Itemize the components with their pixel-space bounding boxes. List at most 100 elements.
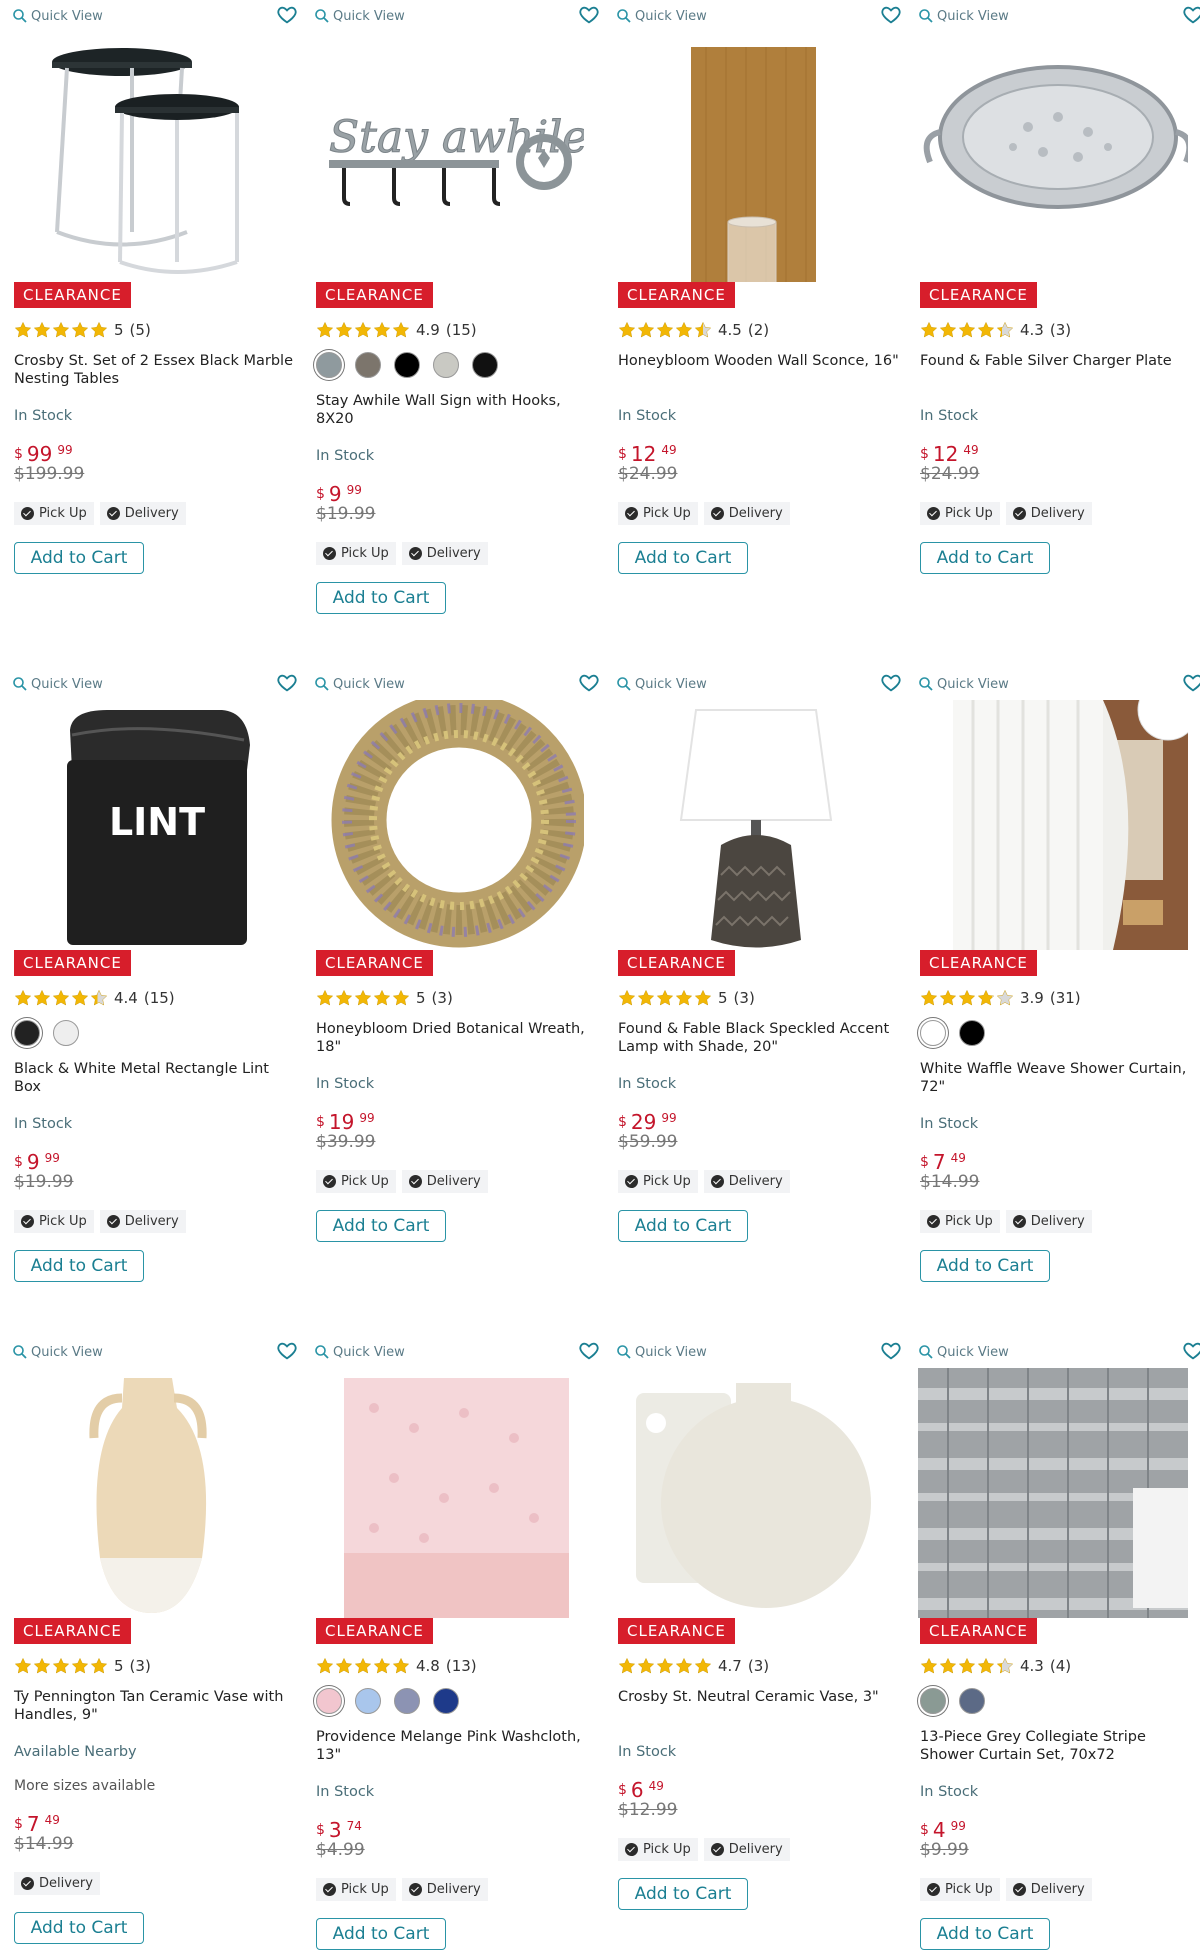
favorite-heart-icon[interactable] (276, 4, 298, 26)
waffle-shower-curtain-image[interactable] (918, 679, 1199, 950)
favorite-heart-icon[interactable] (1182, 4, 1200, 26)
sizes-note[interactable]: More sizes available (14, 1778, 155, 1794)
add-to-cart-button[interactable]: Add to Cart (14, 1912, 144, 1944)
color-swatch[interactable] (433, 352, 459, 378)
rating[interactable]: 4.3 (4) (920, 1657, 1071, 1675)
rating[interactable]: 5 (3) (14, 1657, 151, 1675)
add-to-cart-button[interactable]: Add to Cart (920, 1918, 1050, 1950)
quick-view-link[interactable]: Quick View (314, 1344, 405, 1360)
rating[interactable]: 5 (3) (316, 989, 453, 1007)
product-name[interactable]: Providence Melange Pink Washcloth, 13" (316, 1728, 598, 1764)
favorite-heart-icon[interactable] (880, 4, 902, 26)
rating[interactable]: 3.9 (31) (920, 989, 1081, 1007)
rating[interactable]: 5 (5) (14, 321, 151, 339)
product-name[interactable]: Found & Fable Silver Charger Plate (920, 352, 1200, 370)
color-swatch[interactable] (394, 352, 420, 378)
delivery-option[interactable]: Delivery (1005, 1878, 1092, 1901)
color-swatch[interactable] (53, 1020, 79, 1046)
favorite-heart-icon[interactable] (276, 1340, 298, 1362)
quick-view-link[interactable]: Quick View (918, 676, 1009, 692)
pick-up-option[interactable]: Pick Up (920, 1878, 1000, 1901)
lint-box-image[interactable]: LINT (12, 700, 282, 950)
delivery-option[interactable]: Delivery (14, 1872, 100, 1895)
favorite-heart-icon[interactable] (880, 672, 902, 694)
color-swatch[interactable] (959, 1688, 985, 1714)
product-name[interactable]: Stay Awhile Wall Sign with Hooks, 8X20 (316, 392, 598, 428)
color-swatch[interactable] (316, 352, 342, 378)
favorite-heart-icon[interactable] (1182, 1340, 1200, 1362)
rating[interactable]: 5 (3) (618, 989, 755, 1007)
rating[interactable]: 4.7 (3) (618, 1657, 769, 1675)
add-to-cart-button[interactable]: Add to Cart (316, 1210, 446, 1242)
color-swatch[interactable] (355, 352, 381, 378)
pick-up-option[interactable]: Pick Up (920, 502, 1000, 525)
pick-up-option[interactable]: Pick Up (14, 502, 94, 525)
delivery-option[interactable]: Delivery (1005, 1210, 1092, 1233)
favorite-heart-icon[interactable] (578, 672, 600, 694)
silver-charger-plate-image[interactable] (918, 32, 1193, 282)
tan-ceramic-vase-image[interactable] (12, 1368, 282, 1618)
product-name[interactable]: Honeybloom Dried Botanical Wreath, 18" (316, 1020, 598, 1056)
product-name[interactable]: Ty Pennington Tan Ceramic Vase with Hand… (14, 1688, 296, 1724)
color-swatch[interactable] (394, 1688, 420, 1714)
quick-view-link[interactable]: Quick View (12, 8, 103, 24)
pick-up-option[interactable]: Pick Up (316, 1170, 396, 1193)
quick-view-link[interactable]: Quick View (616, 1344, 707, 1360)
delivery-option[interactable]: Delivery (703, 502, 790, 525)
accent-lamp-image[interactable] (616, 700, 886, 950)
botanical-wreath-image[interactable] (314, 692, 587, 950)
pick-up-option[interactable]: Pick Up (316, 542, 396, 565)
quick-view-link[interactable]: Quick View (12, 1344, 103, 1360)
pink-washcloth-image[interactable] (314, 1368, 584, 1618)
delivery-option[interactable]: Delivery (1005, 502, 1092, 525)
pick-up-option[interactable]: Pick Up (14, 1210, 94, 1233)
product-name[interactable]: Crosby St. Set of 2 Essex Black Marble N… (14, 352, 296, 388)
quick-view-link[interactable]: Quick View (314, 8, 405, 24)
favorite-heart-icon[interactable] (276, 672, 298, 694)
quick-view-link[interactable]: Quick View (616, 8, 707, 24)
color-swatch[interactable] (433, 1688, 459, 1714)
color-swatch[interactable] (920, 1688, 946, 1714)
quick-view-link[interactable]: Quick View (12, 676, 103, 692)
neutral-ceramic-vase-image[interactable] (616, 1368, 886, 1618)
delivery-option[interactable]: Delivery (99, 1210, 186, 1233)
favorite-heart-icon[interactable] (578, 1340, 600, 1362)
marble-nesting-tables-image[interactable] (12, 32, 282, 282)
delivery-option[interactable]: Delivery (401, 1170, 488, 1193)
add-to-cart-button[interactable]: Add to Cart (618, 1878, 748, 1910)
delivery-option[interactable]: Delivery (703, 1170, 790, 1193)
add-to-cart-button[interactable]: Add to Cart (14, 542, 144, 574)
pick-up-option[interactable]: Pick Up (618, 1170, 698, 1193)
rating[interactable]: 4.4 (15) (14, 989, 175, 1007)
favorite-heart-icon[interactable] (880, 1340, 902, 1362)
rating[interactable]: 4.3 (3) (920, 321, 1071, 339)
add-to-cart-button[interactable]: Add to Cart (920, 542, 1050, 574)
product-name[interactable]: Found & Fable Black Speckled Accent Lamp… (618, 1020, 900, 1056)
color-swatch[interactable] (316, 1688, 342, 1714)
add-to-cart-button[interactable]: Add to Cart (618, 1210, 748, 1242)
product-name[interactable]: Black & White Metal Rectangle Lint Box (14, 1060, 296, 1096)
stay-awhile-sign-image[interactable]: Stay awhile (314, 32, 589, 282)
color-swatch[interactable] (472, 352, 498, 378)
add-to-cart-button[interactable]: Add to Cart (920, 1250, 1050, 1282)
rating[interactable]: 4.8 (13) (316, 1657, 477, 1675)
pick-up-option[interactable]: Pick Up (618, 1838, 698, 1861)
add-to-cart-button[interactable]: Add to Cart (14, 1250, 144, 1282)
grey-stripe-curtain-image[interactable] (918, 1368, 1188, 1618)
delivery-option[interactable]: Delivery (401, 1878, 488, 1901)
pick-up-option[interactable]: Pick Up (618, 502, 698, 525)
quick-view-link[interactable]: Quick View (314, 676, 405, 692)
favorite-heart-icon[interactable] (578, 4, 600, 26)
product-name[interactable]: Crosby St. Neutral Ceramic Vase, 3" (618, 1688, 900, 1706)
quick-view-link[interactable]: Quick View (616, 676, 707, 692)
pick-up-option[interactable]: Pick Up (920, 1210, 1000, 1233)
delivery-option[interactable]: Delivery (401, 542, 488, 565)
color-swatch[interactable] (14, 1020, 40, 1046)
quick-view-link[interactable]: Quick View (918, 8, 1009, 24)
wooden-wall-sconce-image[interactable] (616, 32, 886, 292)
delivery-option[interactable]: Delivery (703, 1838, 790, 1861)
product-name[interactable]: White Waffle Weave Shower Curtain, 72" (920, 1060, 1200, 1096)
rating[interactable]: 4.9 (15) (316, 321, 477, 339)
add-to-cart-button[interactable]: Add to Cart (316, 582, 446, 614)
color-swatch[interactable] (355, 1688, 381, 1714)
